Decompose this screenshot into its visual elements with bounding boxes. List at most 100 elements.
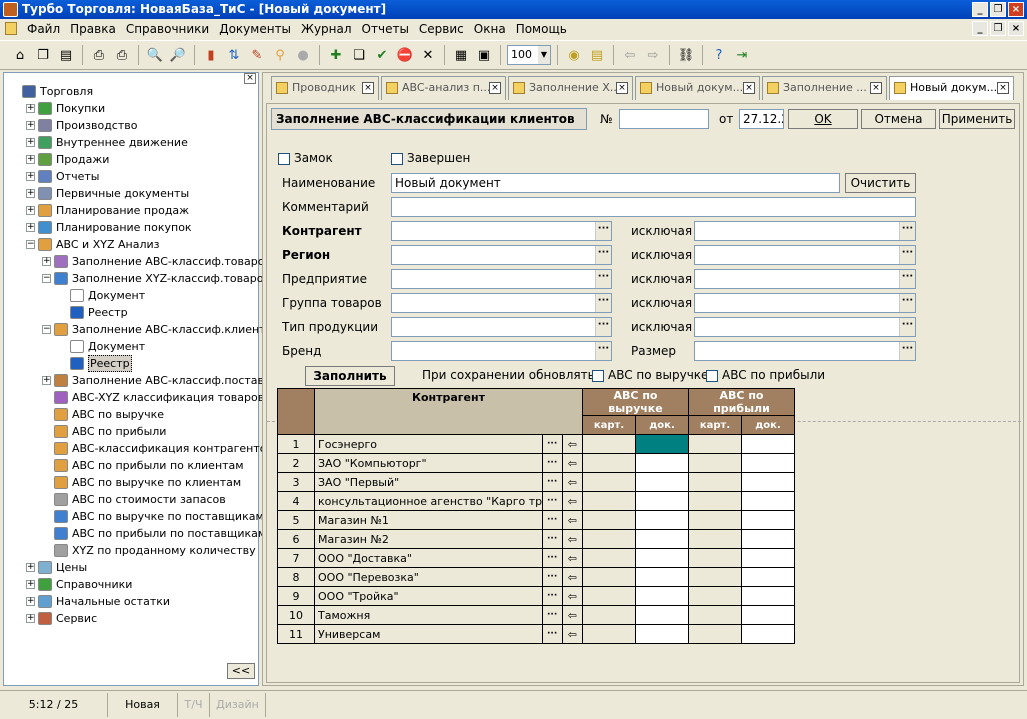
menu-item[interactable]: Файл (22, 22, 65, 36)
select-dots-icon[interactable]: ··· (595, 270, 611, 288)
coins-icon[interactable]: ◉ (564, 45, 584, 65)
tree-item[interactable]: + Сервис (4, 610, 258, 627)
contractor-cell[interactable]: ООО "Тройка" (314, 586, 543, 606)
table-row[interactable]: 4 консультационное агенство "Карго тра ···… (277, 491, 795, 511)
select-dots-icon[interactable]: ··· (595, 222, 611, 240)
contractor-cell[interactable]: ООО "Доставка" (314, 548, 543, 568)
tree-item[interactable]: ABC по выручке по поставщикам (4, 508, 264, 525)
tab-close-icon[interactable]: × (870, 82, 882, 94)
tree-item[interactable]: − ABC и XYZ Анализ (4, 236, 258, 253)
table-row[interactable]: 10 Таможня ··· ⇦ (277, 605, 795, 625)
revenue-doc-cell[interactable] (635, 548, 689, 568)
network-icon[interactable]: ⛓ (676, 45, 696, 65)
mdi-restore-button[interactable]: ❐ (990, 21, 1006, 36)
revenue-card-cell[interactable] (582, 434, 636, 454)
tree-item[interactable]: XYZ по проданному количеству (4, 542, 258, 559)
document-tab[interactable]: Проводник × (271, 76, 379, 100)
table-row[interactable]: 6 Магазин №2 ··· ⇦ (277, 529, 795, 549)
expand-icon[interactable]: + (26, 597, 35, 606)
profit-doc-cell[interactable] (741, 586, 795, 606)
expand-icon[interactable]: + (26, 563, 35, 572)
revenue-card-cell[interactable] (582, 472, 636, 492)
back-arrow-icon[interactable]: ⇦ (561, 434, 584, 454)
tree-item[interactable]: + Планирование продаж (4, 202, 258, 219)
document-tab[interactable]: ABC-анализ п... × (381, 76, 506, 100)
table-row[interactable]: 2 ЗАО "Компьюторг" ··· ⇦ (277, 453, 795, 473)
date-input[interactable]: 27.12.2 (739, 109, 784, 129)
tree-item[interactable]: + Цены (4, 559, 258, 576)
revenue-doc-cell[interactable] (635, 605, 689, 625)
expand-icon[interactable]: + (26, 104, 35, 113)
profit-doc-cell[interactable] (741, 624, 795, 644)
tree-item[interactable]: + Планирование покупок (4, 219, 258, 236)
close-button[interactable]: × (1008, 2, 1024, 17)
back-arrow-icon[interactable]: ⇦ (561, 605, 584, 625)
name-input[interactable]: Новый документ (391, 173, 840, 193)
select-dots-icon[interactable]: ··· (541, 491, 563, 511)
done-checkbox[interactable] (391, 153, 403, 165)
table-row[interactable]: 5 Магазин №1 ··· ⇦ (277, 510, 795, 530)
maximize-button[interactable]: ❐ (990, 2, 1006, 17)
expand-icon[interactable]: + (26, 580, 35, 589)
expand-icon[interactable]: + (26, 121, 35, 130)
revenue-doc-cell[interactable] (635, 491, 689, 511)
calendar-icon[interactable]: ▣ (474, 45, 494, 65)
back-arrow-icon[interactable]: ⇦ (561, 529, 584, 549)
table-row[interactable]: 9 ООО "Тройка" ··· ⇦ (277, 586, 795, 606)
tab-close-icon[interactable]: × (616, 82, 628, 94)
tree-item[interactable]: + Внутреннее движение (4, 134, 258, 151)
tree-item[interactable]: ABC по прибыли по поставщикам (4, 525, 266, 542)
revenue-card-cell[interactable] (582, 624, 636, 644)
except-input[interactable]: ··· (694, 221, 916, 241)
tab-close-icon[interactable]: × (997, 82, 1009, 94)
expand-icon[interactable]: + (26, 206, 35, 215)
cancel-button[interactable]: Отмена (861, 109, 936, 129)
except-input[interactable]: ··· (694, 293, 916, 313)
unpost-icon[interactable]: ✕ (418, 45, 438, 65)
collapse-pane-button[interactable]: << (227, 663, 255, 679)
select-dots-icon[interactable]: ··· (541, 605, 563, 625)
tree-item[interactable]: Торговля (4, 83, 258, 100)
chart-icon[interactable]: ▮ (201, 45, 221, 65)
revenue-card-cell[interactable] (582, 586, 636, 606)
select-dots-icon[interactable]: ··· (541, 434, 563, 454)
mdi-minimize-button[interactable]: _ (972, 21, 988, 36)
expand-icon[interactable]: + (26, 138, 35, 147)
contractor-cell[interactable]: Госэнерго (314, 434, 543, 454)
revenue-doc-cell[interactable] (635, 624, 689, 644)
delete-icon[interactable]: ⛔ (395, 45, 415, 65)
select-dots-icon[interactable]: ··· (541, 548, 563, 568)
menu-item[interactable]: Правка (65, 22, 121, 36)
expand-icon[interactable]: − (42, 325, 51, 334)
profit-card-cell[interactable] (688, 548, 742, 568)
exit-icon[interactable]: ⇥ (732, 45, 752, 65)
profit-card-cell[interactable] (688, 472, 742, 492)
profit-card-cell[interactable] (688, 434, 742, 454)
select-dots-icon[interactable]: ··· (541, 510, 563, 530)
revenue-card-cell[interactable] (582, 529, 636, 549)
profit-doc-cell[interactable] (741, 510, 795, 530)
confirm-icon[interactable]: ✔ (372, 45, 392, 65)
menu-item[interactable]: Окна (469, 22, 511, 36)
profit-card-cell[interactable] (688, 510, 742, 530)
tree-item[interactable]: ABC-классификация контрагентов (4, 440, 273, 457)
revenue-card-cell[interactable] (582, 453, 636, 473)
revenue-doc-cell[interactable] (635, 453, 689, 473)
profit-card-cell[interactable] (688, 567, 742, 587)
back-arrow-icon[interactable]: ⇦ (561, 548, 584, 568)
revenue-doc-cell[interactable] (635, 529, 689, 549)
expand-icon[interactable]: + (42, 376, 51, 385)
abc-revenue-checkbox[interactable] (592, 370, 604, 382)
print-icon[interactable]: ⎙ (112, 45, 132, 65)
tree-item[interactable]: + Заполнение ABC-классиф.товаров (4, 253, 271, 270)
revenue-doc-cell[interactable] (635, 434, 689, 454)
sort-icon[interactable]: ⇅ (224, 45, 244, 65)
expand-icon[interactable]: + (26, 614, 35, 623)
table-row[interactable]: 11 Универсам ··· ⇦ (277, 624, 795, 644)
revenue-doc-cell[interactable] (635, 472, 689, 492)
expand-icon[interactable]: + (26, 189, 35, 198)
filter-input[interactable]: ··· (391, 341, 612, 361)
add-icon[interactable]: ✚ (326, 45, 346, 65)
document-tab[interactable]: Новый докум... × (635, 76, 760, 100)
revenue-card-cell[interactable] (582, 548, 636, 568)
